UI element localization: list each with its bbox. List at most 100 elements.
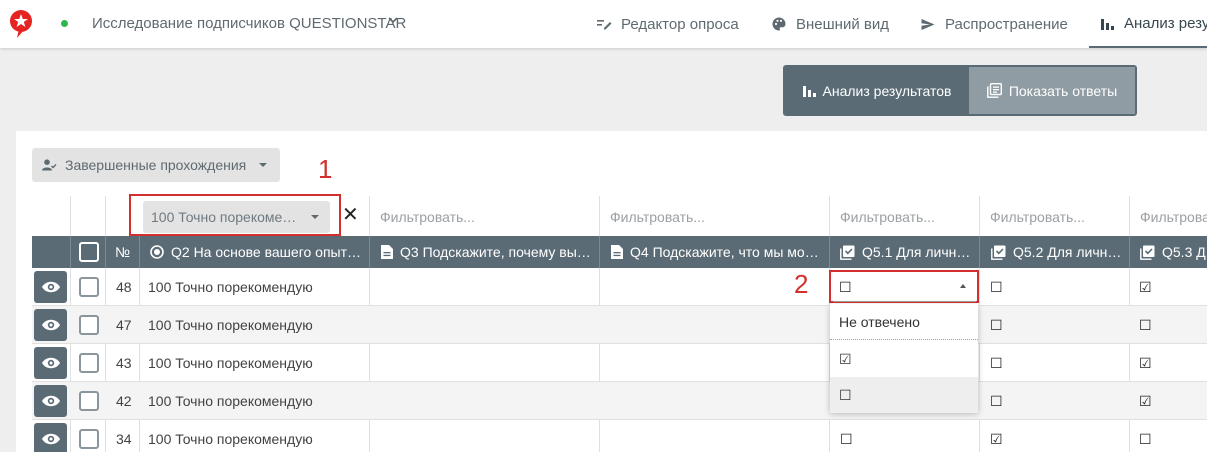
header-separator (979, 236, 980, 268)
q53-answer: ☑ (1139, 393, 1152, 409)
results-analysis-button[interactable]: Анализ результатов (785, 67, 969, 114)
edit-icon (596, 16, 612, 32)
eye-icon (41, 281, 60, 293)
tab-label: Редактор опроса (621, 15, 739, 33)
show-answers-label: Показать ответы (1008, 82, 1118, 99)
column-header-q51[interactable]: Q5.1 Для личн… (840, 236, 977, 268)
column-header-label: Q5.2 Для личн… (1013, 244, 1122, 260)
chevron-up-icon (960, 284, 966, 288)
palette-icon (771, 16, 787, 32)
dropdown-option-not-answered[interactable]: Не отвечено (830, 304, 978, 340)
documents-icon (986, 83, 1002, 98)
q2-answer: 100 Точно порекомендую (148, 393, 313, 409)
survey-title[interactable]: Исследование подписчиков QUESTIONSTAR (92, 15, 406, 32)
row-checkbox[interactable] (79, 315, 99, 335)
column-header-q53[interactable]: Q5.3 Д (1140, 236, 1207, 268)
annotation-1: 1 (318, 154, 333, 184)
text-document-icon (381, 245, 393, 259)
questionstar-logo[interactable] (8, 9, 34, 39)
q52-filter-input[interactable]: Фильтровать... (990, 209, 1085, 225)
column-header-label: № (115, 244, 131, 260)
user-check-icon (42, 159, 57, 171)
send-icon (920, 16, 936, 32)
tab-label: Внешний вид (796, 15, 889, 33)
option-label: ☑ (839, 350, 852, 367)
header-separator (105, 236, 106, 268)
q4-filter-input[interactable]: Фильтровать... (610, 209, 705, 225)
column-header-num[interactable]: № (115, 236, 130, 268)
radio-icon (150, 245, 164, 259)
view-response-button[interactable] (34, 271, 67, 303)
annotation-box-1 (129, 194, 341, 236)
eye-icon (41, 433, 60, 445)
row-num: 43 (116, 355, 132, 371)
select-all-checkbox[interactable] (79, 242, 99, 262)
bar-chart-icon (802, 84, 816, 97)
clear-filter-icon[interactable]: ✕ (342, 205, 359, 225)
top-bar: Исследование подписчиков QUESTIONSTAR Ре… (0, 0, 1207, 48)
q51-dropdown-menu: Не отвечено ☑ ☐ (830, 304, 978, 413)
q3-filter-input[interactable]: Фильтровать... (380, 209, 475, 225)
view-response-button[interactable] (34, 385, 67, 417)
completed-responses-label: Завершенные прохождения (65, 157, 247, 173)
checkbox-list-icon (1140, 245, 1155, 260)
tab-distribution[interactable]: Распространение (920, 0, 1068, 48)
row-num: 34 (116, 431, 132, 447)
q53-answer: ☐ (1139, 431, 1152, 447)
option-label: ☐ (839, 386, 852, 403)
chevron-down-icon (259, 163, 268, 167)
row-checkbox[interactable] (79, 353, 99, 373)
view-response-button[interactable] (34, 309, 67, 341)
column-header-q4[interactable]: Q4 Подскажите, что мы мо… (611, 236, 827, 268)
q52-answer: ☐ (990, 355, 1003, 371)
view-toggle: Анализ результатов Показать ответы (783, 65, 1137, 116)
completed-responses-filter[interactable]: Завершенные прохождения (32, 148, 280, 182)
q51-answer: ☐ (840, 431, 853, 447)
column-header-q2[interactable]: Q2 На основе вашего опыт… (150, 236, 367, 268)
q52-answer: ☐ (990, 393, 1003, 409)
view-response-button[interactable] (34, 423, 67, 452)
status-indicator (61, 20, 68, 27)
row-num: 48 (116, 279, 132, 295)
header-separator (599, 236, 600, 268)
column-header-q52[interactable]: Q5.2 Для личн… (991, 236, 1127, 268)
show-answers-button[interactable]: Показать ответы (969, 67, 1135, 114)
row-checkbox[interactable] (79, 277, 99, 297)
column-header-q3[interactable]: Q3 Подскажите, почему вы… (381, 236, 597, 268)
dropdown-option-checked[interactable]: ☑ (830, 341, 978, 377)
column-header-label: Q5.1 Для личн… (862, 244, 971, 260)
header-separator (829, 236, 830, 268)
tab-results-analysis[interactable]: Анализ резу (1089, 0, 1207, 48)
q52-answer: ☐ (990, 279, 1003, 295)
checkbox-list-icon (840, 245, 855, 260)
checkbox-list-icon (991, 245, 1006, 260)
q53-filter-input[interactable]: Фильтрова (1140, 209, 1207, 225)
tab-survey-editor[interactable]: Редактор опроса (596, 0, 739, 48)
row-checkbox[interactable] (79, 391, 99, 411)
view-response-button[interactable] (34, 347, 67, 379)
q51-answer-select[interactable] (833, 272, 976, 302)
header-separator (70, 236, 71, 268)
q2-answer: 100 Точно порекомендую (148, 279, 313, 295)
q51-filter-input[interactable]: Фильтровать... (840, 209, 935, 225)
header-separator (139, 236, 140, 268)
q53-answer: ☑ (1139, 355, 1152, 371)
tab-label: Анализ резу (1124, 14, 1207, 32)
column-header-label: Q3 Подскажите, почему вы… (400, 244, 591, 260)
option-label: Не отвечено (839, 313, 920, 330)
header-separator (369, 236, 370, 268)
results-analysis-label: Анализ результатов (822, 82, 952, 99)
q2-answer: 100 Точно порекомендую (148, 431, 313, 447)
bar-chart-icon (1099, 15, 1115, 31)
chevron-down-icon[interactable] (388, 14, 398, 28)
tab-label: Распространение (945, 15, 1068, 33)
row-num: 42 (116, 393, 132, 409)
dropdown-option-unchecked[interactable]: ☐ (830, 377, 978, 413)
q2-answer: 100 Точно порекомендую (148, 317, 313, 333)
column-header-label: Q5.3 Д (1162, 244, 1206, 260)
tab-appearance[interactable]: Внешний вид (771, 0, 889, 48)
row-checkbox[interactable] (79, 429, 99, 449)
q2-answer: 100 Точно порекомендую (148, 355, 313, 371)
q53-answer: ☑ (1139, 279, 1152, 295)
q53-answer: ☐ (1139, 317, 1152, 333)
